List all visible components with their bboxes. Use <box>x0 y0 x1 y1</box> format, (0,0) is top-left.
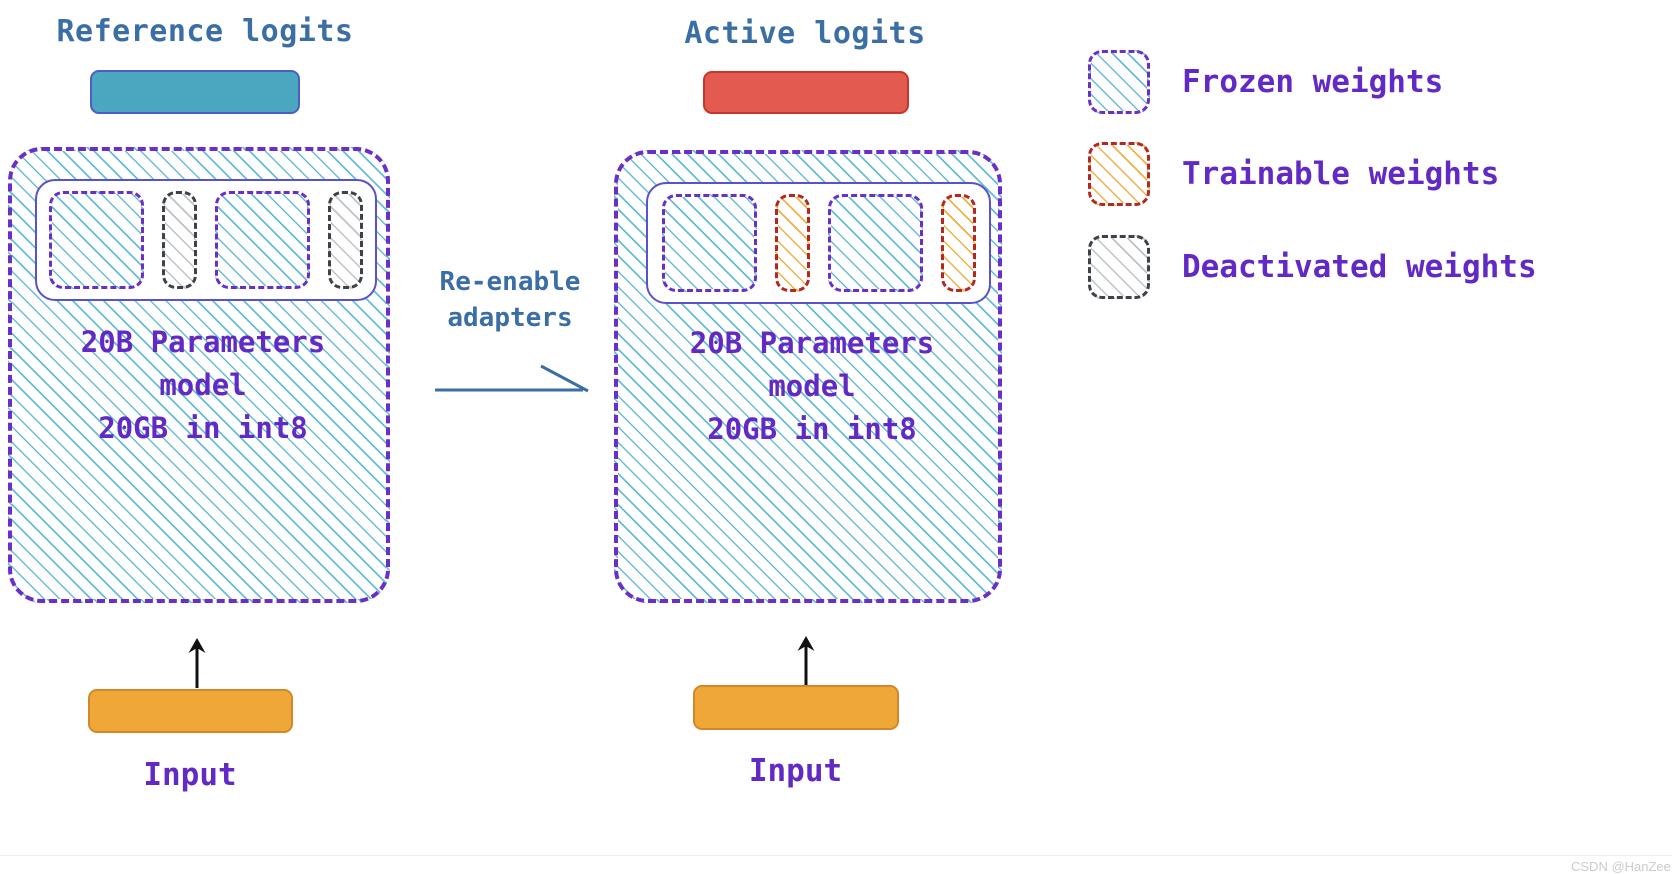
left-panel: Reference logits 20B Parameters model 20… <box>0 0 420 830</box>
reference-input-label: Input <box>143 757 237 793</box>
legend-swatch-trainable-icon <box>1088 142 1150 206</box>
reference-input-arrow <box>188 638 206 688</box>
weight-block-frozen <box>215 191 310 289</box>
active-logits-title: Active logits <box>684 16 926 51</box>
active-input-label: Input <box>748 753 843 789</box>
legend-label-trainable: Trainable weights <box>1182 155 1500 192</box>
reference-logits-bar <box>90 70 300 114</box>
legend: Frozen weights Trainable weights Deactiv… <box>1088 50 1672 310</box>
weight-block-trainable <box>940 194 976 292</box>
reference-model-box: 20B Parameters model 20GB in int8 <box>8 147 390 603</box>
legend-item-frozen: Frozen weights <box>1088 50 1443 114</box>
reference-logits-title: Reference logits <box>56 14 354 49</box>
transition-label: Re-enable adapters <box>439 267 581 333</box>
active-input-arrow <box>797 636 815 686</box>
legend-swatch-deactivated-icon <box>1088 235 1150 299</box>
legend-label-deactivated: Deactivated weights <box>1182 248 1537 285</box>
legend-item-deactivated: Deactivated weights <box>1088 235 1537 299</box>
transition-arrow <box>435 364 589 393</box>
active-model-caption: 20B Parameters model 20GB in int8 <box>689 326 935 446</box>
transition-group: Re-enable adapters <box>415 265 605 410</box>
reference-input-bar <box>88 689 293 733</box>
reference-model-caption: 20B Parameters model 20GB in int8 <box>80 325 326 445</box>
weight-block-deactivated <box>328 191 363 289</box>
active-input-bar <box>693 685 899 730</box>
active-model-box: 20B Parameters model 20GB in int8 <box>614 150 1002 603</box>
active-logits-bar <box>703 71 909 114</box>
watermark: CSDN @HanZee <box>1571 859 1671 874</box>
reference-weights-strip <box>35 179 377 301</box>
weight-block-frozen <box>827 194 923 292</box>
weight-block-frozen <box>661 194 757 292</box>
legend-item-trainable: Trainable weights <box>1088 142 1499 206</box>
legend-label-frozen: Frozen weights <box>1182 63 1444 100</box>
right-panel: Active logits 20B Parameters model 20GB … <box>608 0 1028 830</box>
weight-block-frozen <box>49 191 144 289</box>
active-weights-strip <box>646 182 991 304</box>
weight-block-deactivated <box>162 191 197 289</box>
legend-swatch-frozen-icon <box>1088 50 1150 114</box>
watermark-divider <box>0 855 1672 856</box>
weight-block-trainable <box>774 194 810 292</box>
